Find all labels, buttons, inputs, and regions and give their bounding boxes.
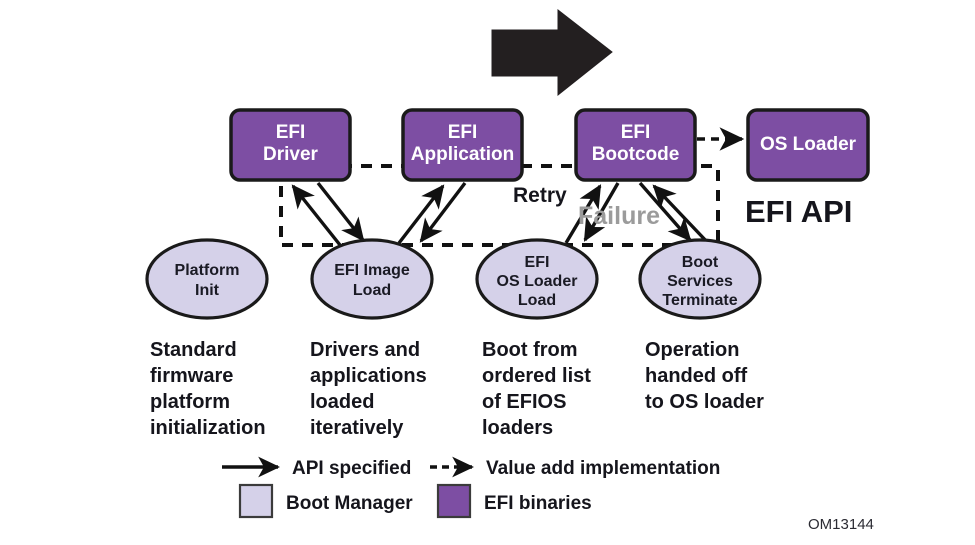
stage-label-line1: Platform [175,262,240,279]
binary-label-line2: Application [411,144,514,165]
caption-line: to OS loader [645,391,764,413]
flow-label-failure: Failure [578,202,660,230]
caption-line: handed off [645,365,748,387]
caption-line: ordered list [482,365,591,387]
binary-box-efi-bootcode[interactable]: EFI Bootcode [574,108,697,182]
efi-boot-flow-diagram: EFI Driver EFI Application EFI Bootcode … [145,8,874,533]
binary-box-os-loader[interactable]: OS Loader [746,108,870,182]
caption-line: applications [310,365,427,387]
binary-label-line1: OS Loader [760,134,857,155]
caption-line: platform [150,391,230,413]
stage-label-line2: OS Loader [497,273,578,290]
arrow-driver-to-image-load [316,181,365,242]
legend-label-api-specified: API specified [292,458,411,479]
caption-line: iteratively [310,417,404,439]
legend-swatch-efi-binaries [436,483,472,519]
binary-box-efi-application[interactable]: EFI Application [401,108,524,182]
stage-label-line3: Terminate [662,292,737,309]
big-progress-arrow [491,8,613,97]
caption-line: Operation [645,339,739,361]
stage-label-line2: Init [195,282,220,299]
legend-item-value-add: Value add implementation [430,456,720,479]
stage-node-efi-os-loader-load[interactable]: EFI OS Loader Load [475,238,599,320]
stage-caption-boot-services-terminate: Operation handed off to OS loader [645,339,764,413]
arrow-image-load-to-driver [291,184,342,247]
stage-label-line1: EFI Image [334,262,410,279]
caption-line: loaders [482,417,553,439]
caption-line: firmware [150,365,233,387]
legend-item-efi-binaries: EFI binaries [436,483,592,519]
stage-caption-efi-os-loader-load: Boot from ordered list of EFIOS loaders [482,339,591,439]
caption-line: loaded [310,391,374,413]
caption-line: Drivers and [310,339,420,361]
arrow-image-load-to-application [397,184,445,245]
stage-label-line2: Services [667,273,733,290]
page-title-efi-api: EFI API [745,194,852,229]
stage-caption-platform-init: Standard firmware platform initializatio… [150,339,266,439]
flow-label-retry: Retry [513,184,567,207]
legend-swatch-boot-manager [238,483,274,519]
legend-label-value-add: Value add implementation [486,458,720,479]
arrow-application-to-image-load [419,181,467,243]
stage-label-line3: Load [518,292,556,309]
legend-item-api-specified: API specified [222,456,411,479]
stage-label-line2: Load [353,282,391,299]
legend-item-boot-manager: Boot Manager [238,483,413,519]
binary-label-line1: EFI [276,122,306,143]
binary-label-line1: EFI [621,122,651,143]
legend: API specified Value add implementation B… [222,456,720,519]
stage-label-line1: Boot [682,254,719,271]
caption-line: Standard [150,339,237,361]
diagram-canvas: EFI Driver EFI Application EFI Bootcode … [0,0,975,545]
caption-line: of EFIOS [482,391,566,413]
stage-node-platform-init[interactable]: Platform Init [145,238,269,320]
binary-label-line2: Bootcode [592,144,680,165]
binary-label-line1: EFI [448,122,478,143]
stage-node-efi-image-load[interactable]: EFI Image Load [310,238,434,320]
binary-box-efi-driver[interactable]: EFI Driver [229,108,352,182]
stage-node-boot-services-terminate[interactable]: Boot Services Terminate [638,238,762,320]
binary-label-line2: Driver [263,144,319,165]
document-id: OM13144 [808,516,874,533]
legend-label-boot-manager: Boot Manager [286,493,413,514]
legend-label-efi-binaries: EFI binaries [484,493,592,514]
caption-line: Boot from [482,339,578,361]
arrow-boot-services-to-bootcode [652,184,712,247]
caption-line: initialization [150,417,266,439]
stage-label-line1: EFI [525,254,550,271]
stage-caption-efi-image-load: Drivers and applications loaded iterativ… [310,339,427,439]
